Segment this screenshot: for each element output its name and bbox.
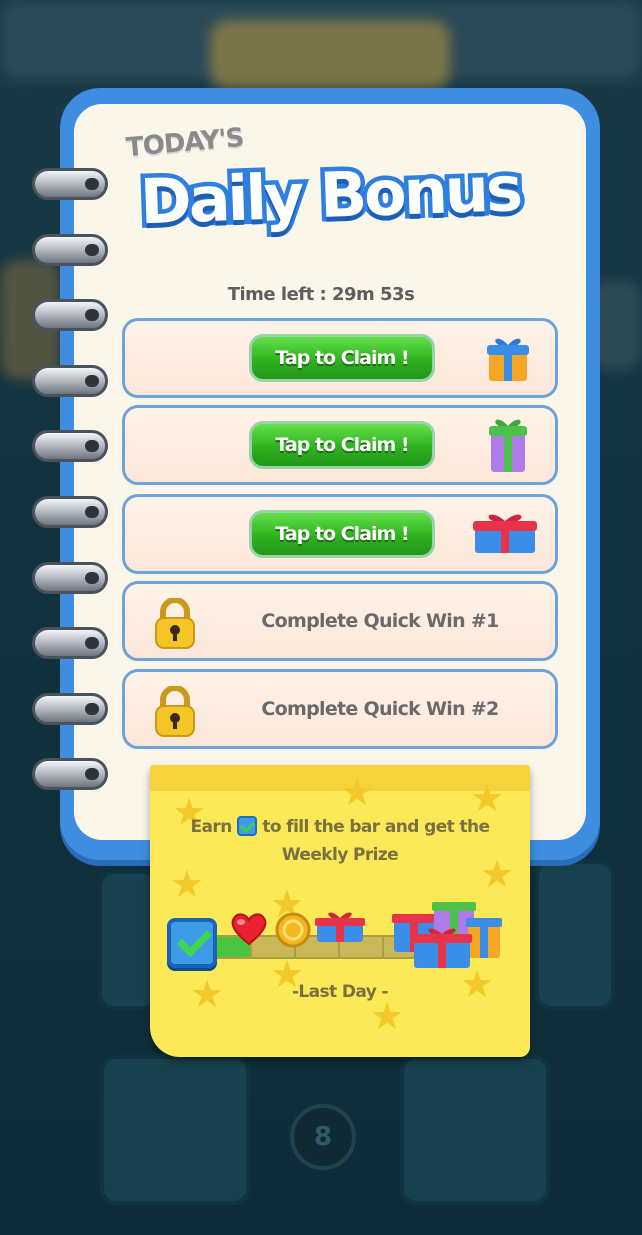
gift-blue-orange-icon — [487, 338, 529, 381]
complete-quick-win-2-label: Complete Quick Win #2 — [261, 698, 499, 720]
weekly-prize-instructions: Earn to fill the bar and get the Weekly … — [180, 813, 500, 869]
spiral-ring — [32, 496, 108, 528]
background-tile — [100, 1055, 250, 1205]
gift-purple-green-icon — [489, 419, 527, 472]
spiral-ring — [32, 430, 108, 462]
coin-icon — [275, 912, 311, 948]
reward-row-4: Complete Quick Win #1 — [122, 581, 558, 661]
fill-bar-text: to fill the bar and get the — [262, 817, 490, 837]
background-blob — [210, 20, 450, 90]
checkmark-token-icon — [237, 816, 258, 836]
reward-row-3: Tap to Claim ! — [122, 494, 558, 574]
star-decoration-icon: ★ — [470, 776, 505, 820]
reward-row-2: Tap to Claim ! — [122, 405, 558, 485]
reward-row-5: Complete Quick Win #2 — [122, 669, 558, 749]
spiral-ring — [32, 627, 108, 659]
reward-row-1: Tap to Claim ! — [122, 318, 558, 398]
progress-segment-divider — [382, 937, 384, 957]
complete-quick-win-1-label: Complete Quick Win #1 — [261, 610, 499, 632]
gift-icon — [315, 912, 365, 942]
tap-to-claim-button[interactable]: Tap to Claim ! — [249, 334, 435, 382]
lock-icon — [155, 686, 195, 737]
title-daily-bonus: Daily Bonus — [134, 148, 525, 243]
spiral-ring — [32, 562, 108, 594]
lock-icon — [155, 598, 195, 649]
weekly-prize-text: Weekly Prize — [281, 845, 399, 865]
star-decoration-icon: ★ — [170, 862, 205, 906]
star-decoration-icon: ★ — [370, 994, 405, 1038]
background-badge: 8 — [290, 1104, 356, 1170]
background-tile — [98, 870, 158, 1010]
spiral-ring — [32, 168, 108, 200]
spiral-ring — [32, 693, 108, 725]
tap-to-claim-button[interactable]: Tap to Claim ! — [249, 421, 435, 469]
gift-pile-icon — [392, 902, 502, 968]
time-left-label: Time left : 29m 53s — [227, 284, 415, 305]
checkmark-token-icon — [167, 918, 217, 968]
spiral-ring — [32, 758, 108, 790]
gift-blue-red-icon — [473, 514, 537, 553]
tap-to-claim-button[interactable]: Tap to Claim ! — [249, 510, 435, 558]
star-decoration-icon: ★ — [340, 770, 375, 814]
spiral-ring — [32, 365, 108, 397]
background-tile — [400, 1055, 550, 1205]
spiral-ring — [32, 234, 108, 266]
background-tile — [535, 860, 615, 1010]
heart-icon — [231, 913, 267, 946]
earn-text: Earn — [190, 817, 233, 837]
last-day-label: -Last Day - — [291, 982, 389, 1002]
